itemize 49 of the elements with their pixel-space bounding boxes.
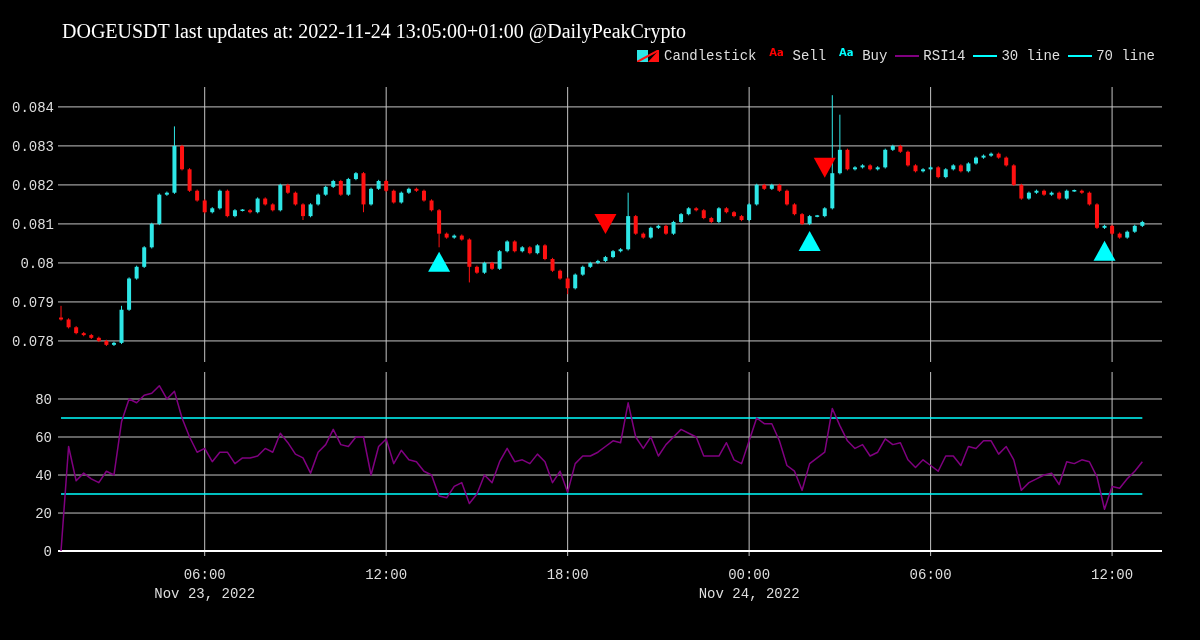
candlestick bbox=[837, 114, 842, 175]
legend-label[interactable]: Buy bbox=[862, 48, 888, 64]
candlestick bbox=[595, 259, 600, 265]
y-axis-label: 60 bbox=[35, 429, 52, 446]
x-axis-label: 00:00 Nov 24, 2022 bbox=[698, 566, 800, 602]
candlestick bbox=[989, 152, 994, 158]
legend-label[interactable]: 70 line bbox=[1096, 48, 1155, 64]
candlestick bbox=[754, 183, 759, 207]
y-axis-label: 0.083 bbox=[12, 138, 54, 155]
candlestick bbox=[164, 191, 169, 197]
y-axis-label: 0.08 bbox=[20, 255, 54, 272]
y-axis-label: 0 bbox=[43, 543, 52, 560]
candlestick-legend-icon bbox=[637, 50, 660, 62]
candlestick bbox=[883, 148, 888, 170]
candlestick bbox=[921, 167, 926, 173]
y-axis-label: 0.079 bbox=[12, 294, 54, 311]
legend-symbol-text: Aa bbox=[838, 47, 854, 58]
candlestick bbox=[853, 165, 857, 171]
x-axis-label: 18:00 bbox=[546, 566, 589, 583]
candlestick bbox=[142, 245, 147, 269]
x-axis-label: 12:00 bbox=[1091, 566, 1134, 583]
legend-label[interactable]: RSI14 bbox=[923, 48, 966, 64]
chart-title: DOGEUSDT last updates at: 2022-11-24 13:05:00+01:00 @DailyPeakCrypto bbox=[62, 19, 687, 43]
x-axis-label: 06:00 bbox=[909, 566, 952, 583]
candlestick bbox=[111, 341, 116, 347]
candlestick bbox=[497, 249, 502, 271]
y-axis-label: 20 bbox=[35, 505, 52, 522]
candlestick bbox=[180, 144, 185, 171]
candlestick bbox=[1094, 202, 1099, 230]
x-axis-label: 06:00 Nov 23, 2022 bbox=[154, 566, 256, 602]
y-axis-label: 0.082 bbox=[12, 177, 54, 194]
candlestick bbox=[437, 208, 442, 248]
legend-label[interactable]: 30 line bbox=[1001, 48, 1061, 64]
candlestick bbox=[187, 167, 192, 193]
y-axis-label: 0.078 bbox=[12, 333, 54, 350]
candlestick bbox=[217, 189, 222, 210]
candlestick bbox=[633, 214, 638, 236]
legend-symbol-text: Aa bbox=[769, 47, 784, 58]
legend-label[interactable]: Sell bbox=[792, 48, 827, 64]
candlestick bbox=[1011, 163, 1016, 187]
y-axis-label: 0.081 bbox=[12, 216, 54, 233]
y-axis-label: 80 bbox=[35, 391, 52, 408]
legend-label[interactable]: Candlestick bbox=[664, 48, 757, 64]
y-axis-label: 40 bbox=[35, 467, 52, 484]
y-axis-label: 0.084 bbox=[12, 99, 54, 116]
candlestick bbox=[149, 222, 154, 249]
candlestick bbox=[248, 208, 253, 214]
candlestick bbox=[845, 148, 850, 171]
x-axis-label: 12:00 bbox=[365, 566, 408, 583]
